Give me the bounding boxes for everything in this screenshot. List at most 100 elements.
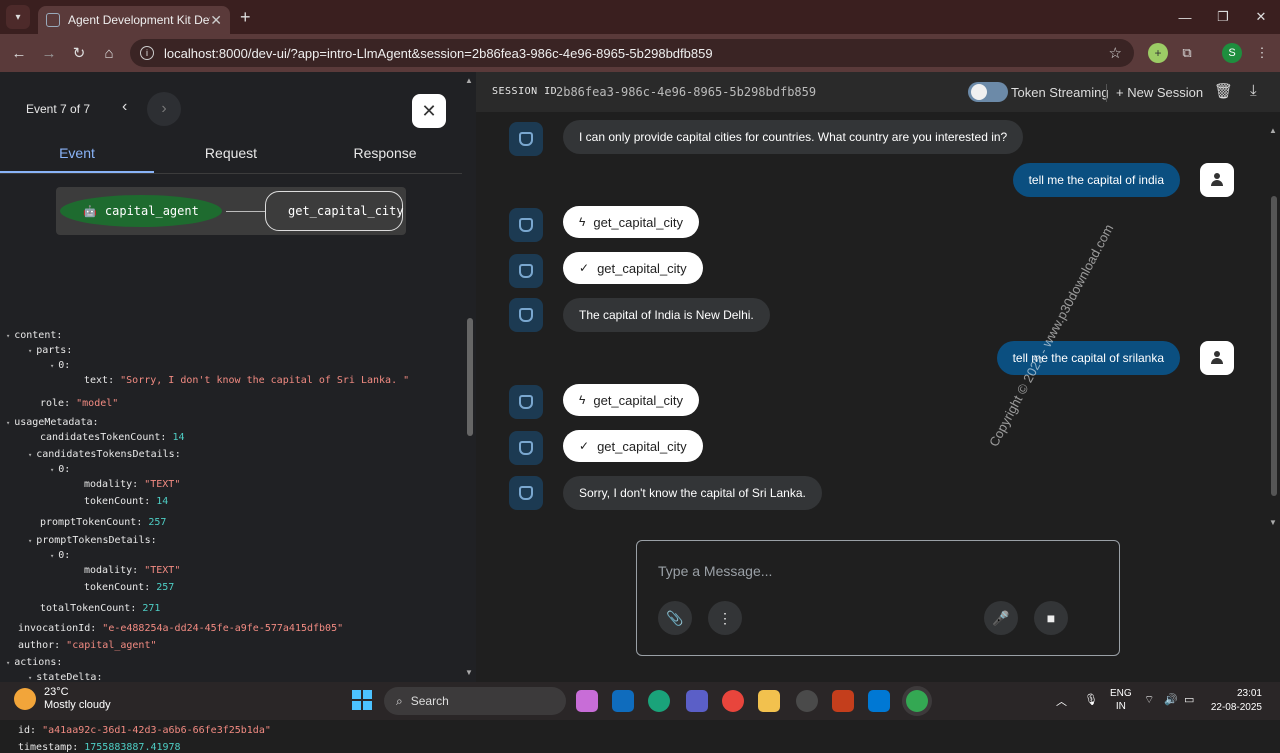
json-key: promptTokensDetails <box>36 535 151 546</box>
bookmark-star-icon[interactable]: ☆ <box>1109 44 1122 62</box>
new-tab-button[interactable]: + <box>240 7 251 28</box>
toggle-knob <box>971 84 987 100</box>
settings-icon[interactable] <box>796 690 818 712</box>
language-indicator[interactable]: ENG IN <box>1110 687 1132 713</box>
json-tree-row[interactable]: ▾ content: <box>6 330 62 341</box>
json-tree-row[interactable]: ▾ 0: <box>50 550 70 561</box>
copilot-icon[interactable] <box>576 690 598 712</box>
tab-response[interactable]: Response <box>308 138 462 173</box>
attach-file-icon[interactable]: 📎 <box>658 601 692 635</box>
check-icon: ✓ <box>579 439 590 453</box>
expand-toggle-icon[interactable]: ▾ <box>50 362 54 370</box>
tool-node[interactable]: get_capital_city <box>265 191 404 231</box>
chat-scrollbar[interactable]: ▲ ▼ <box>1268 124 1280 530</box>
more-options-icon[interactable]: ⋮ <box>708 601 742 635</box>
json-tree-row[interactable]: ▾ candidatesTokensDetails: <box>28 449 181 460</box>
json-key: modality <box>84 479 133 490</box>
expand-toggle-icon[interactable]: ▾ <box>28 451 32 459</box>
edge-icon[interactable] <box>648 690 670 712</box>
scroll-up-arrow-icon[interactable]: ▲ <box>465 76 473 85</box>
weather-widget[interactable]: 23°C Mostly cloudy <box>14 686 111 712</box>
new-session-button[interactable]: + New Session <box>1116 85 1203 100</box>
home-icon[interactable]: ⌂ <box>94 45 124 62</box>
json-tree-row[interactable]: ▾ actions: <box>6 657 62 668</box>
tab-request[interactable]: Request <box>154 138 308 173</box>
outlook-icon[interactable] <box>612 690 634 712</box>
scroll-down-arrow-icon[interactable]: ▼ <box>1269 518 1277 527</box>
close-window-icon[interactable]: ✕ <box>1242 0 1280 34</box>
powerpoint-icon[interactable] <box>832 690 854 712</box>
json-key: invocationId <box>18 623 91 634</box>
wifi-icon[interactable]: ⌔ <box>1144 693 1154 707</box>
agent-node[interactable]: 🤖 capital_agent <box>60 195 222 227</box>
tab-search-button[interactable]: ▾ <box>6 5 30 29</box>
tray-chevron-icon[interactable]: ︿ <box>1056 693 1067 709</box>
scrollbar-thumb[interactable] <box>467 318 473 436</box>
vscode-icon[interactable] <box>868 690 890 712</box>
profile-avatar[interactable]: S <box>1222 43 1242 63</box>
scroll-down-arrow-icon[interactable]: ▼ <box>465 668 473 677</box>
json-tree-row[interactable]: ▾ promptTokensDetails: <box>28 535 157 546</box>
json-tree-row[interactable]: ▾ 0: <box>50 464 70 475</box>
taskbar-search[interactable]: ⌕ Search <box>384 687 566 715</box>
expand-toggle-icon[interactable]: ▾ <box>6 419 10 427</box>
forward-arrow-icon[interactable]: → <box>34 45 64 62</box>
browser-menu-icon[interactable]: ⋮ <box>1252 43 1272 63</box>
url-text: localhost:8000/dev-ui/?app=intro-LlmAgen… <box>164 45 713 61</box>
delete-session-icon[interactable]: 🗑 <box>1214 82 1233 100</box>
expand-toggle-icon[interactable]: ▾ <box>28 537 32 545</box>
teams-icon[interactable] <box>686 690 708 712</box>
json-tree-row[interactable]: ▾ parts: <box>28 345 72 356</box>
close-panel-button[interactable]: ✕ <box>412 94 446 128</box>
bot-avatar-icon <box>509 298 543 332</box>
scroll-up-arrow-icon[interactable]: ▲ <box>1269 126 1277 135</box>
video-camera-icon[interactable]: ■ <box>1034 601 1068 635</box>
token-streaming-toggle[interactable] <box>968 82 1008 102</box>
json-tree-row[interactable]: ▾ usageMetadata: <box>6 417 99 428</box>
next-event-icon[interactable]: › <box>147 92 181 126</box>
back-arrow-icon[interactable]: ← <box>4 45 34 62</box>
battery-icon[interactable]: ▭ <box>1184 693 1194 706</box>
user-avatar-icon <box>1200 163 1234 197</box>
function-call-chip[interactable]: ϟ get_capital_city <box>563 384 699 416</box>
maximize-icon[interactable]: ❐ <box>1204 0 1242 34</box>
chrome-profile-icon[interactable] <box>906 690 928 712</box>
json-tree-row: role: "model" <box>40 398 118 409</box>
function-call-chip[interactable]: ϟ get_capital_city <box>563 206 699 238</box>
event-counter: Event 7 of 7 <box>26 102 91 116</box>
event-panel-scrollbar[interactable]: ▲ ▼ <box>464 72 476 682</box>
expand-toggle-icon[interactable]: ▾ <box>28 347 32 355</box>
extension-plus-icon[interactable]: + <box>1148 43 1168 63</box>
expand-toggle-icon[interactable]: ▾ <box>28 674 32 682</box>
address-bar[interactable]: i localhost:8000/dev-ui/?app=intro-LlmAg… <box>130 39 1134 67</box>
scrollbar-thumb[interactable] <box>1271 196 1277 496</box>
expand-toggle-icon[interactable]: ▾ <box>6 332 10 340</box>
site-info-icon[interactable]: i <box>140 46 154 60</box>
reload-icon[interactable]: ↻ <box>64 44 94 62</box>
windows-start-icon[interactable] <box>352 690 372 710</box>
json-value: 1755883887.41978 <box>84 742 181 753</box>
json-key: actions <box>14 657 57 668</box>
file-explorer-icon[interactable] <box>758 690 780 712</box>
minimize-icon[interactable]: — <box>1166 0 1204 34</box>
browser-tab[interactable]: Agent Development Kit Dev UI ✕ <box>38 6 230 34</box>
previous-event-icon[interactable]: ‹ <box>122 98 127 116</box>
close-tab-icon[interactable]: ✕ <box>210 12 222 29</box>
microphone-icon[interactable]: 🎤 <box>984 601 1018 635</box>
system-clock[interactable]: 23:01 22-08-2025 <box>1211 687 1262 715</box>
language-code: ENG <box>1110 688 1132 699</box>
expand-toggle-icon[interactable]: ▾ <box>50 552 54 560</box>
chrome-icon[interactable] <box>722 690 744 712</box>
expand-toggle-icon[interactable]: ▾ <box>50 466 54 474</box>
adk-favicon-icon <box>46 13 60 27</box>
expand-toggle-icon[interactable]: ▾ <box>6 659 10 667</box>
download-icon[interactable]: ⤓ <box>1250 82 1257 99</box>
mic-tray-icon[interactable]: 🎙 <box>1084 693 1098 706</box>
message-composer[interactable]: Type a Message... 📎 ⋮ 🎤 ■ <box>636 540 1120 656</box>
json-tree-row[interactable]: ▾ 0: <box>50 360 70 371</box>
function-response-chip[interactable]: ✓ get_capital_city <box>563 430 703 462</box>
extensions-puzzle-icon[interactable]: ⧉ <box>1177 43 1197 63</box>
tab-event[interactable]: Event <box>0 138 154 173</box>
function-response-chip[interactable]: ✓ get_capital_city <box>563 252 703 284</box>
volume-icon[interactable]: 🔊 <box>1164 693 1178 706</box>
